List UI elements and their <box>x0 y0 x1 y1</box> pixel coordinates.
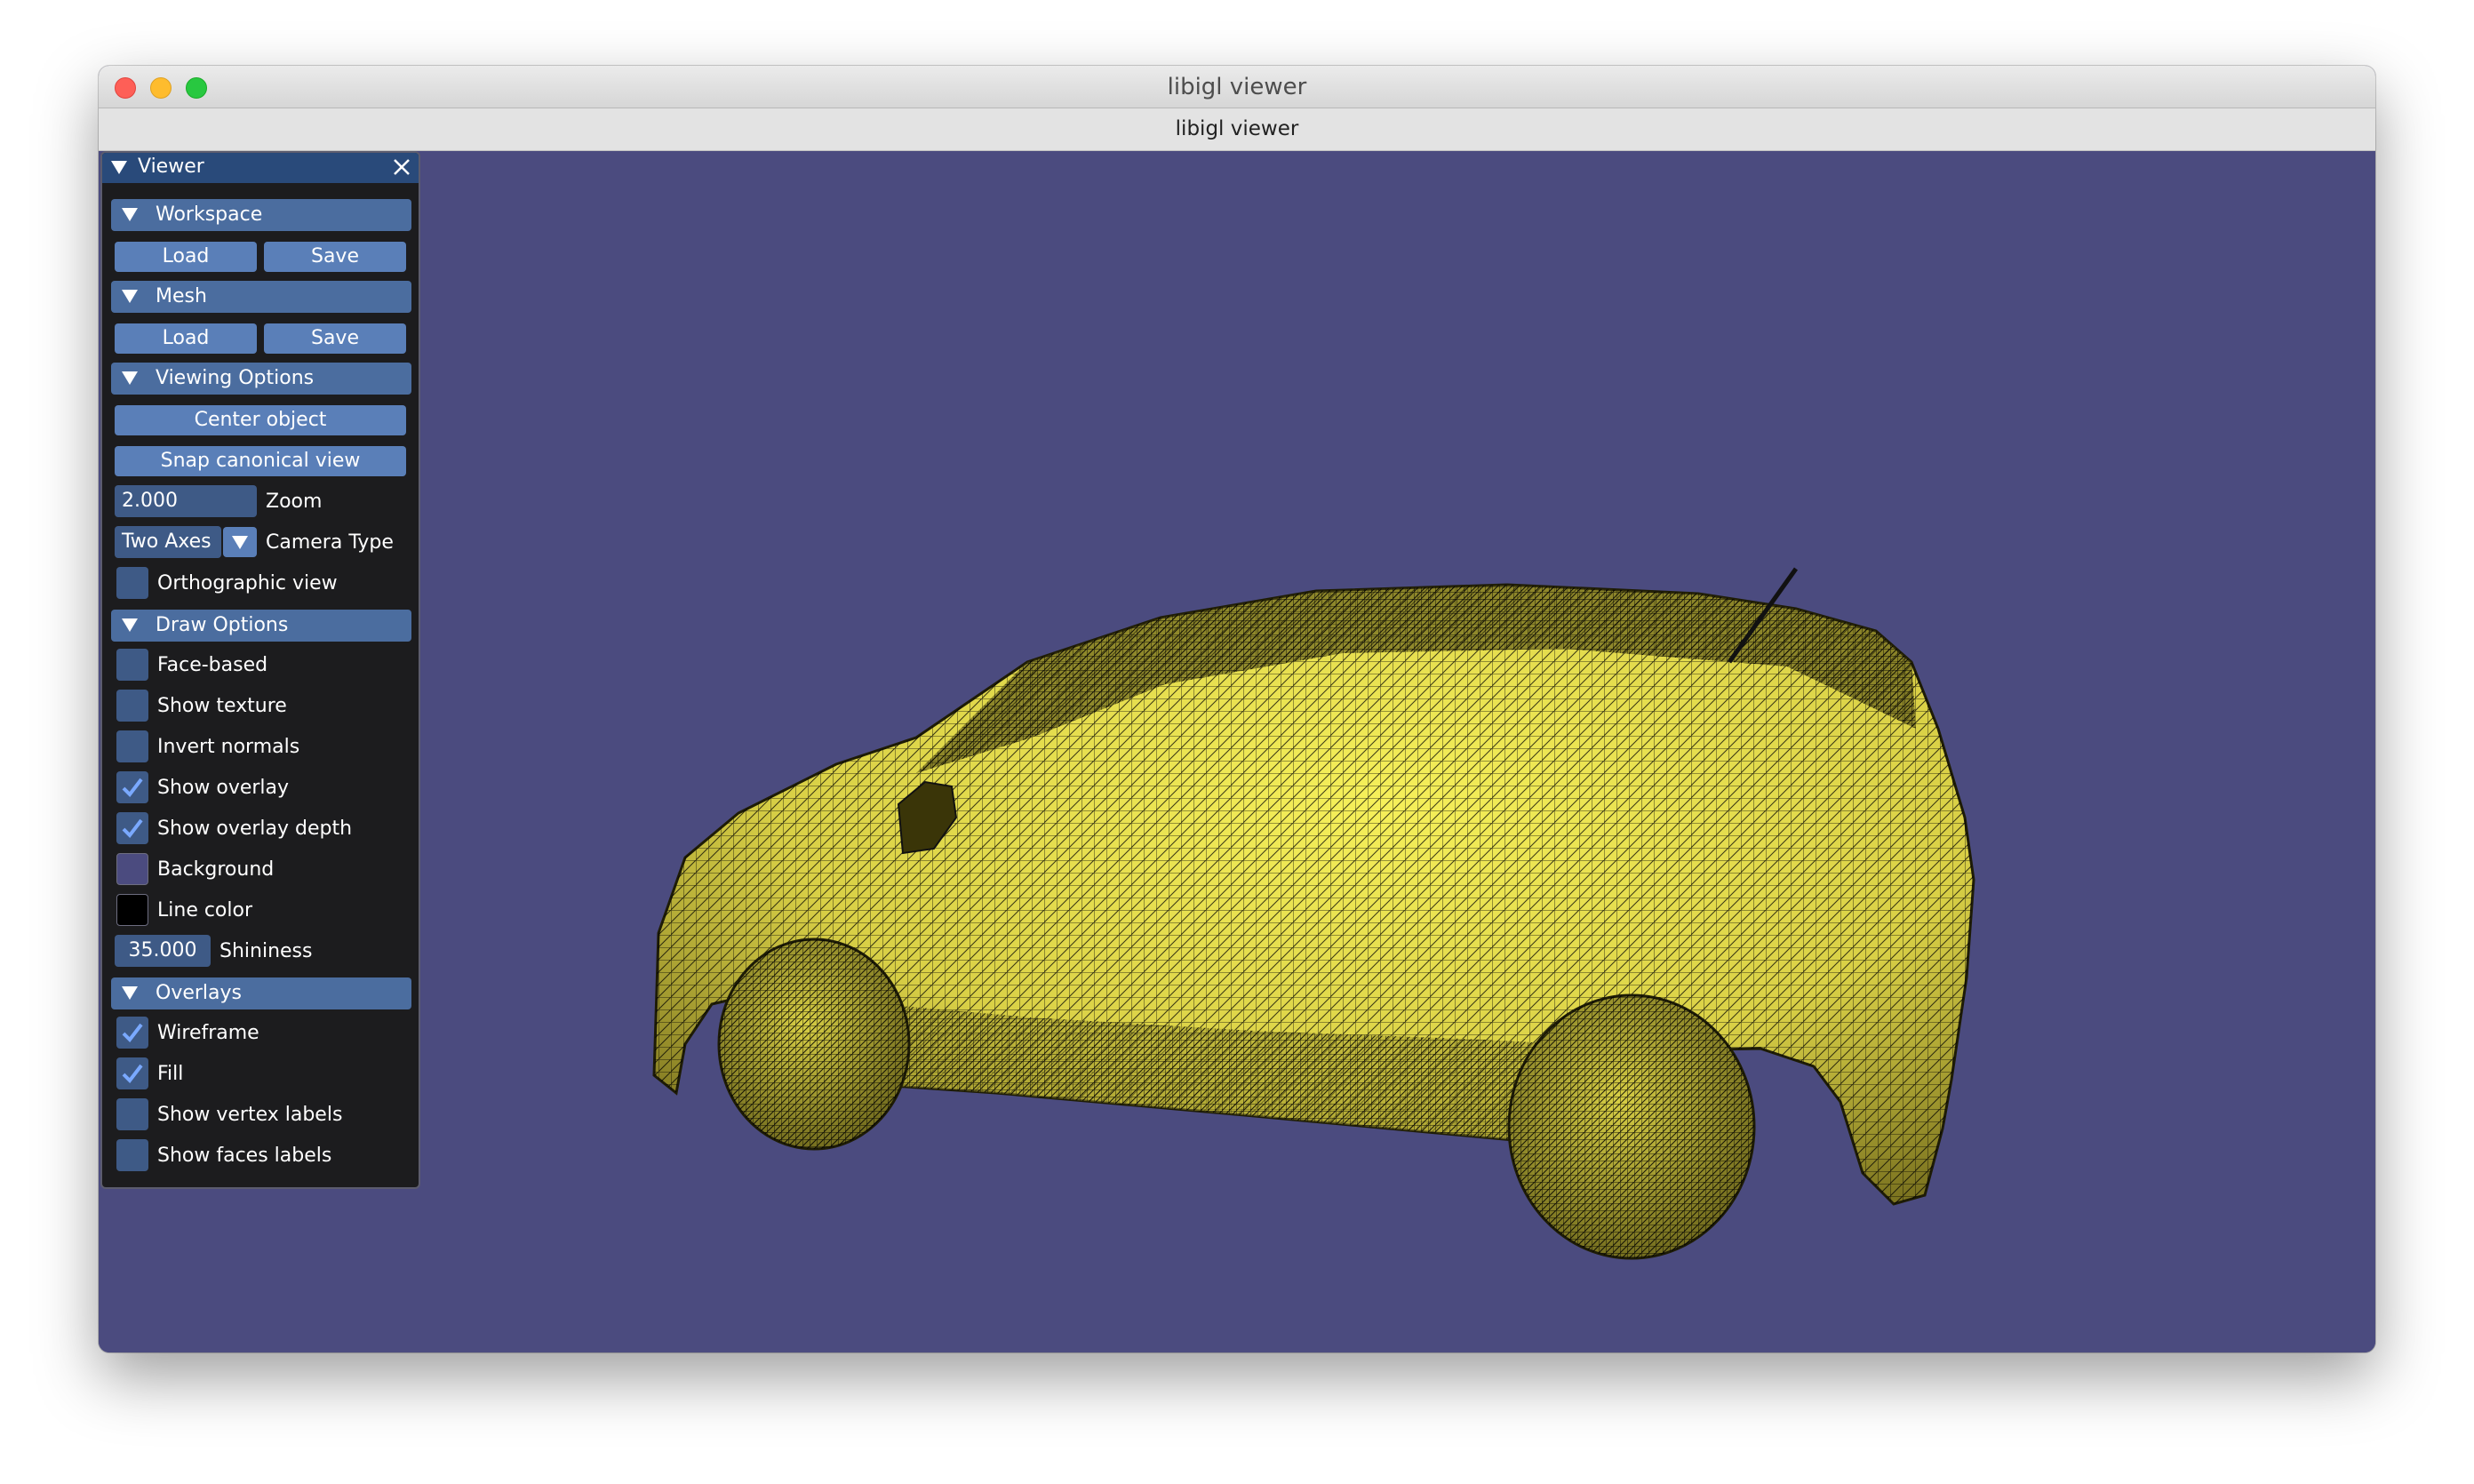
line-color-label: Line color <box>157 899 253 922</box>
overlays-header[interactable]: Overlays <box>111 977 411 1009</box>
chevron-down-icon <box>232 536 248 549</box>
show-vertex-labels-checkbox[interactable] <box>116 1098 148 1130</box>
show-vertex-labels-label: Show vertex labels <box>157 1104 343 1126</box>
mesh-save-button[interactable]: Save <box>264 323 406 354</box>
show-faces-labels-checkbox[interactable] <box>116 1139 148 1171</box>
chevron-down-icon <box>122 208 138 221</box>
checkmark-icon <box>122 1023 143 1043</box>
tab-bar: libigl viewer <box>99 108 2375 151</box>
line-color-swatch[interactable] <box>116 894 148 926</box>
wireframe-label: Wireframe <box>157 1022 259 1044</box>
chevron-down-icon <box>122 618 138 632</box>
show-texture-label: Show texture <box>157 695 287 717</box>
orthographic-view-label: Orthographic view <box>157 572 338 594</box>
viewing-options-header-label: Viewing Options <box>156 367 315 389</box>
fill-checkbox[interactable] <box>116 1057 148 1089</box>
show-texture-checkbox[interactable] <box>116 690 148 722</box>
face-based-checkbox[interactable] <box>116 649 148 681</box>
chevron-down-icon <box>122 290 138 303</box>
checkmark-icon <box>122 818 143 839</box>
show-overlay-checkbox[interactable] <box>116 771 148 803</box>
background-label: Background <box>157 858 275 881</box>
shininess-label: Shininess <box>219 940 313 962</box>
show-overlay-label: Show overlay <box>157 777 290 799</box>
workspace-header[interactable]: Workspace <box>111 199 411 231</box>
snap-canonical-view-button[interactable]: Snap canonical view <box>115 446 406 476</box>
chevron-down-icon <box>122 986 138 1000</box>
zoom-input[interactable]: 2.000 <box>115 485 257 517</box>
fill-label: Fill <box>157 1063 184 1085</box>
workspace-load-button[interactable]: Load <box>115 242 257 272</box>
mesh-load-button[interactable]: Load <box>115 323 257 354</box>
overlays-header-label: Overlays <box>156 982 242 1004</box>
viewing-options-header[interactable]: Viewing Options <box>111 363 411 395</box>
3d-viewport[interactable]: Viewer Workspace Load Save Mesh Load Sav… <box>99 151 2375 1352</box>
checkmark-icon <box>122 778 143 798</box>
show-overlay-depth-checkbox[interactable] <box>116 812 148 844</box>
title-bar[interactable]: libigl viewer <box>99 66 2375 108</box>
show-overlay-depth-label: Show overlay depth <box>157 818 353 840</box>
center-object-button[interactable]: Center object <box>115 405 406 435</box>
chevron-down-icon <box>122 371 138 385</box>
panel-title: Viewer <box>138 156 204 178</box>
checkmark-icon <box>122 1064 143 1084</box>
tab-title: libigl viewer <box>1175 117 1299 140</box>
shininess-input[interactable]: 35.000 <box>115 935 211 967</box>
invert-normals-checkbox[interactable] <box>116 730 148 762</box>
workspace-save-button[interactable]: Save <box>264 242 406 272</box>
zoom-label: Zoom <box>266 491 323 513</box>
mesh-header-label: Mesh <box>156 285 207 307</box>
app-window: libigl viewer libigl viewer Viewer Works… <box>99 66 2375 1352</box>
face-based-label: Face-based <box>157 654 268 676</box>
camera-type-label: Camera Type <box>266 531 394 554</box>
draw-options-header[interactable]: Draw Options <box>111 610 411 642</box>
camera-type-dropdown-button[interactable] <box>223 527 257 557</box>
background-color-swatch[interactable] <box>116 853 148 885</box>
viewer-panel: Viewer Workspace Load Save Mesh Load Sav… <box>100 151 420 1189</box>
car-mesh[interactable] <box>99 151 2375 1352</box>
show-faces-labels-label: Show faces labels <box>157 1145 332 1167</box>
wireframe-checkbox[interactable] <box>116 1017 148 1049</box>
panel-title-bar[interactable]: Viewer <box>102 153 419 183</box>
mesh-header[interactable]: Mesh <box>111 281 411 313</box>
orthographic-view-checkbox[interactable] <box>116 567 148 599</box>
collapse-arrow-icon[interactable] <box>111 161 127 174</box>
window-title: libigl viewer <box>1167 74 1307 100</box>
close-icon[interactable] <box>392 157 411 177</box>
draw-options-header-label: Draw Options <box>156 614 289 636</box>
workspace-header-label: Workspace <box>156 203 263 226</box>
camera-type-select[interactable]: Two Axes <box>115 526 221 558</box>
invert-normals-label: Invert normals <box>157 736 300 758</box>
